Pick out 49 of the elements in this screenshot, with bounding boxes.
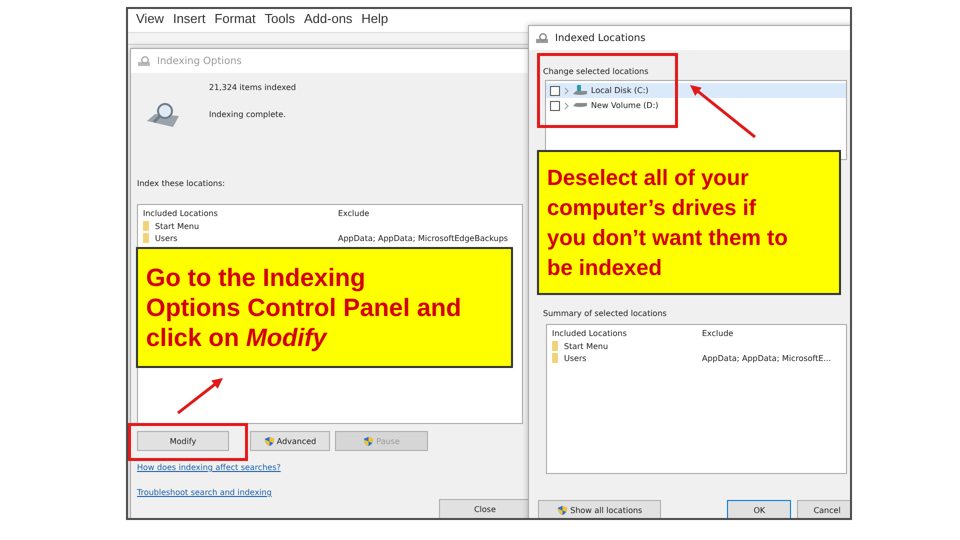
- tree-item[interactable]: New Volume (D:): [546, 98, 846, 113]
- exclude-cell-text: AppData; AppData; MicrosoftE...: [702, 354, 832, 362]
- chevron-icon[interactable]: [564, 102, 569, 110]
- shield-icon: [264, 436, 275, 446]
- section-label: Summary of selected locations: [543, 309, 667, 318]
- pointer-arrow: [177, 378, 223, 414]
- menu-item[interactable]: View: [136, 11, 164, 30]
- tree-item[interactable]: Local Disk (C:): [546, 83, 846, 98]
- section-label: Change selected locations: [543, 67, 648, 76]
- drive-icon: [573, 103, 587, 108]
- menu-item[interactable]: Format: [214, 11, 256, 30]
- location-cell: Start Menu: [143, 221, 338, 231]
- section-label: Index these locations:: [137, 179, 225, 188]
- location-cell: Users: [143, 233, 338, 243]
- callout-text: Deselect all of your computer’s drives if you don’t want them to be indexed: [547, 164, 788, 282]
- shield-icon: [363, 436, 374, 446]
- dialog-button[interactable]: OK: [727, 500, 792, 518]
- menu-item[interactable]: Help: [361, 11, 388, 30]
- column-header[interactable]: Exclude: [338, 209, 517, 218]
- column-header[interactable]: Exclude: [702, 329, 841, 338]
- help-link[interactable]: How does indexing affect searches?: [137, 463, 281, 472]
- column-header[interactable]: Included Locations: [143, 209, 338, 218]
- drive-label: New Volume (D:): [591, 101, 658, 110]
- magnifier-icon: [535, 32, 549, 44]
- checkbox[interactable]: [550, 100, 560, 110]
- exclude-cell-text: AppData; AppData; MicrosoftEdgeBackups: [338, 234, 509, 242]
- dialog-button[interactable]: Modify: [137, 431, 229, 451]
- menu-item[interactable]: Add-ons: [304, 11, 352, 30]
- drive-label: Local Disk (C:): [591, 86, 649, 95]
- callout-text: Go to the Indexing Options Control Panel and click on Modify: [146, 262, 462, 352]
- location-cell: Users: [552, 353, 702, 363]
- window-title: Indexing Options: [157, 56, 243, 66]
- location-cell: Start Menu: [552, 341, 702, 351]
- checkbox[interactable]: [550, 86, 560, 96]
- window-title: Indexed Locations: [555, 32, 646, 44]
- menu-item[interactable]: Tools: [264, 11, 295, 30]
- pointer-arrow: [690, 85, 756, 138]
- dialog-button[interactable]: Advanced: [250, 431, 330, 451]
- dialog-button[interactable]: Show all locations: [538, 500, 662, 518]
- dialog-button[interactable]: Cancel: [797, 500, 850, 518]
- items-indexed-count: 21,324 items indexed: [209, 83, 296, 92]
- indexing-status: Indexing complete.: [209, 110, 287, 119]
- magnifier-icon: [137, 56, 151, 66]
- column-header[interactable]: Included Locations: [552, 329, 702, 338]
- menu-item[interactable]: Insert: [172, 11, 206, 30]
- help-link[interactable]: Troubleshoot search and indexing: [137, 488, 272, 497]
- shield-icon: [557, 504, 568, 516]
- drive-icon: [573, 85, 587, 96]
- close-button[interactable]: Close: [439, 499, 531, 518]
